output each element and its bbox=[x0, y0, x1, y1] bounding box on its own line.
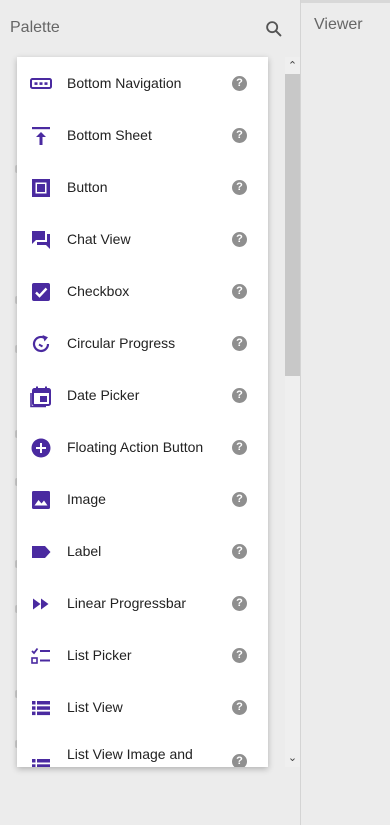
list-item-label: List Picker bbox=[67, 647, 132, 663]
linear-progressbar-icon bbox=[29, 592, 53, 616]
list-view-icon bbox=[29, 696, 53, 720]
help-icon[interactable]: ? bbox=[232, 754, 247, 767]
list-item-bottom-navigation[interactable]: Bottom Navigation ? bbox=[17, 57, 268, 109]
list-item-list-view-image[interactable]: List View Image and ? bbox=[17, 733, 268, 767]
list-item-chat-view[interactable]: Chat View ? bbox=[17, 213, 268, 265]
circular-progress-icon bbox=[29, 332, 53, 356]
search-icon[interactable] bbox=[263, 18, 285, 40]
list-item-label: Circular Progress bbox=[67, 335, 176, 351]
scroll-up-icon[interactable]: ⌃ bbox=[285, 57, 300, 75]
component-list: Bottom Navigation ? Bottom Sheet ? Butto… bbox=[17, 57, 268, 767]
list-item-label: Chat View bbox=[67, 231, 131, 247]
button-icon bbox=[29, 176, 53, 200]
list-item-label: Label bbox=[67, 543, 102, 559]
list-item-bottom-sheet[interactable]: Bottom Sheet ? bbox=[17, 109, 268, 161]
help-icon[interactable]: ? bbox=[232, 648, 247, 663]
help-icon[interactable]: ? bbox=[232, 336, 247, 351]
list-item-linear-progressbar[interactable]: Linear Progressbar ? bbox=[17, 577, 268, 629]
checkbox-icon bbox=[29, 280, 53, 304]
chat-view-icon bbox=[29, 228, 53, 252]
help-icon[interactable]: ? bbox=[232, 440, 247, 455]
bottom-sheet-icon bbox=[29, 124, 53, 148]
list-view-image-icon bbox=[29, 754, 53, 767]
help-icon[interactable]: ? bbox=[232, 180, 247, 195]
list-item-label: Date Picker bbox=[67, 387, 140, 403]
list-item-circular-progress[interactable]: Circular Progress ? bbox=[17, 317, 268, 369]
list-item-label: Bottom Navigation bbox=[67, 75, 182, 91]
help-icon[interactable]: ? bbox=[232, 284, 247, 299]
image-icon bbox=[29, 488, 53, 512]
help-icon[interactable]: ? bbox=[232, 232, 247, 247]
viewer-title: Viewer bbox=[314, 16, 363, 33]
date-picker-icon bbox=[29, 384, 53, 408]
help-icon[interactable]: ? bbox=[232, 492, 247, 507]
list-scrollbar[interactable]: ⌃ ⌄ bbox=[285, 57, 300, 767]
list-item-label: List View bbox=[67, 699, 123, 715]
list-item-label: Checkbox bbox=[67, 283, 130, 299]
list-item-label: List View Image and bbox=[67, 746, 193, 762]
list-item-floating-action-button[interactable]: Floating Action Button ? bbox=[17, 421, 268, 473]
floating-action-button-icon bbox=[29, 436, 53, 460]
bottom-navigation-icon bbox=[29, 72, 53, 96]
help-icon[interactable]: ? bbox=[232, 700, 247, 715]
help-icon[interactable]: ? bbox=[232, 388, 247, 403]
list-item-date-picker[interactable]: Date Picker ? bbox=[17, 369, 268, 421]
label-icon bbox=[29, 540, 53, 564]
list-item-list-view[interactable]: List View ? bbox=[17, 681, 268, 733]
help-icon[interactable]: ? bbox=[232, 128, 247, 143]
scroll-down-icon[interactable]: ⌄ bbox=[285, 749, 300, 767]
list-item-button[interactable]: Button ? bbox=[17, 161, 268, 213]
list-picker-icon bbox=[29, 644, 53, 668]
help-icon[interactable]: ? bbox=[232, 544, 247, 559]
list-item-label: Bottom Sheet bbox=[67, 127, 152, 143]
list-item-label: Button bbox=[67, 179, 108, 195]
list-item-checkbox[interactable]: Checkbox ? bbox=[17, 265, 268, 317]
palette-header: Palette bbox=[0, 0, 300, 56]
list-item-label: Image bbox=[67, 491, 106, 507]
palette-title: Palette bbox=[10, 19, 60, 36]
list-item-image[interactable]: Image ? bbox=[17, 473, 268, 525]
scroll-thumb[interactable] bbox=[285, 74, 300, 376]
help-icon[interactable]: ? bbox=[232, 596, 247, 611]
pane-divider[interactable] bbox=[300, 0, 301, 825]
list-item-list-picker[interactable]: List Picker ? bbox=[17, 629, 268, 681]
list-item-label: Floating Action Button bbox=[67, 439, 204, 455]
list-item-label[interactable]: Label ? bbox=[17, 525, 268, 577]
help-icon[interactable]: ? bbox=[232, 76, 247, 91]
list-item-label: Linear Progressbar bbox=[67, 595, 187, 611]
